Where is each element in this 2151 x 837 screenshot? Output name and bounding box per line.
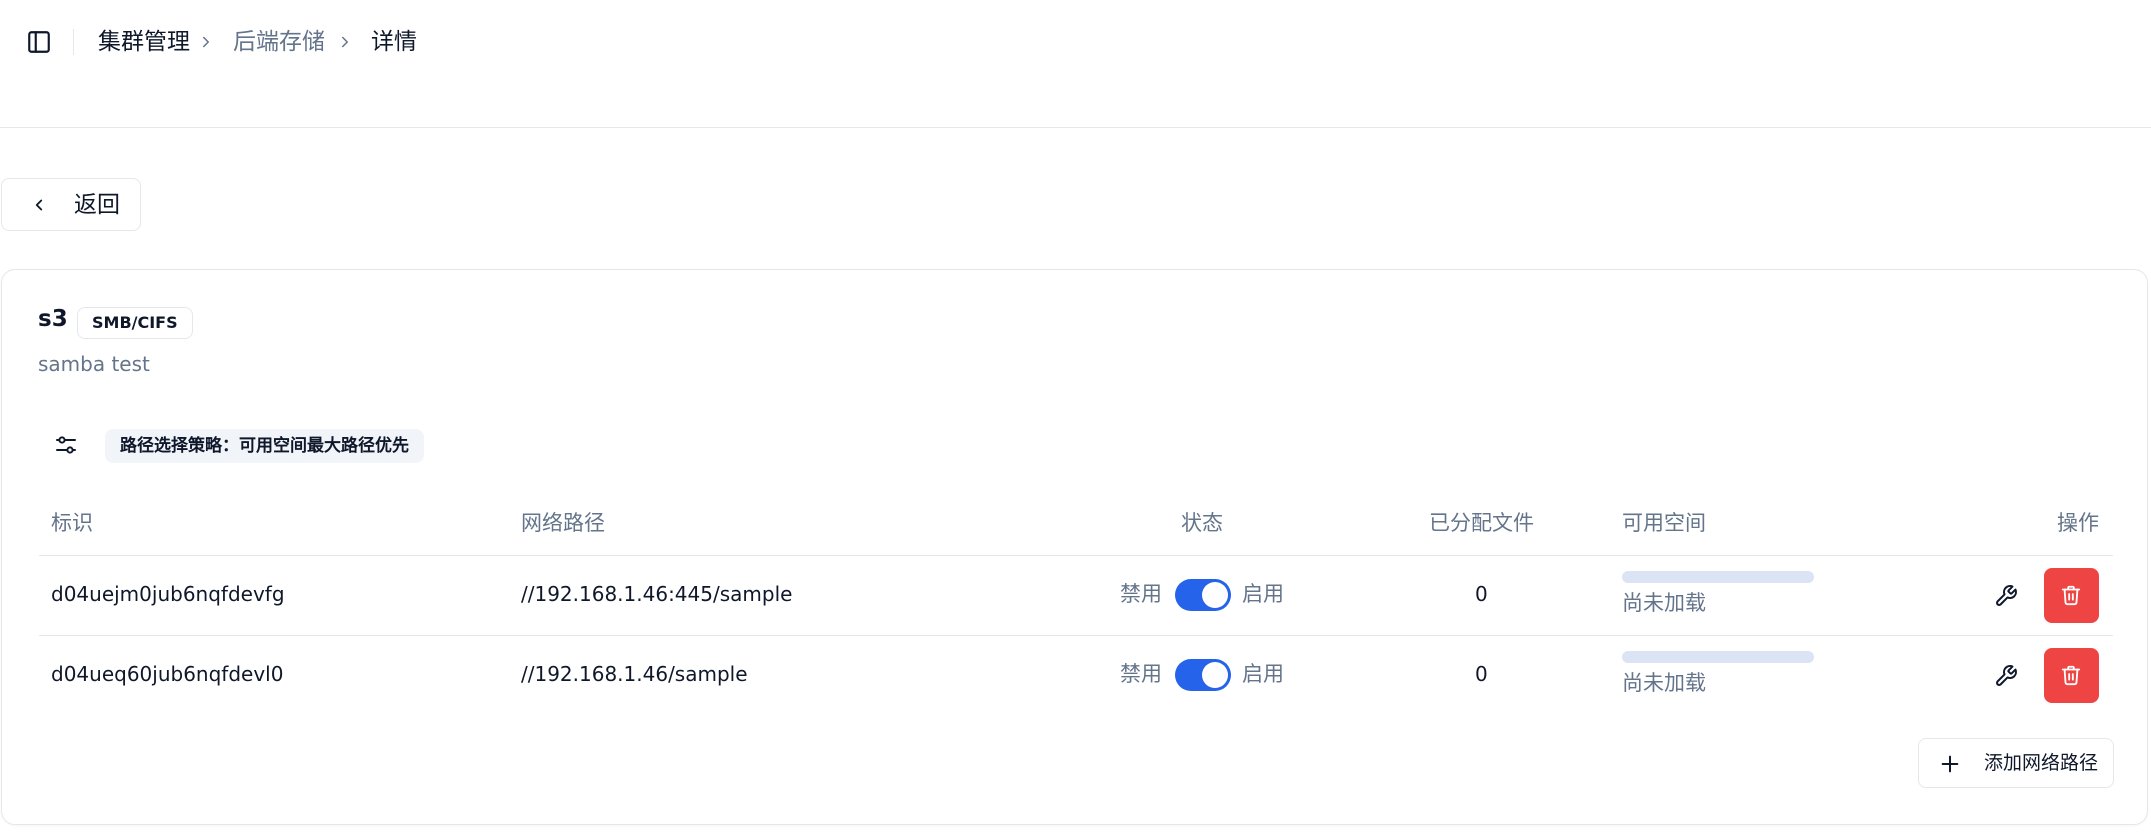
space-progress-bar — [1622, 651, 1814, 663]
network-path: //192.168.1.46:445/sample — [521, 582, 793, 606]
status-toggle[interactable] — [1175, 579, 1231, 611]
col-header-actions: 操作 — [2057, 511, 2099, 535]
edit-path-button[interactable] — [1986, 656, 2026, 696]
plus-icon — [1941, 755, 1959, 773]
sliders-icon[interactable] — [54, 433, 78, 457]
add-network-path-label: 添加网络路径 — [1984, 752, 2099, 774]
storage-card: s3 SMB/CIFS samba test 路径选择策略：可用空间最大路径优先… — [1, 269, 2148, 825]
status-toggle[interactable] — [1175, 659, 1231, 691]
allocated-files: 0 — [1475, 662, 1488, 686]
storage-name: s3 — [38, 306, 68, 332]
space-progress-bar — [1622, 571, 1814, 583]
col-header-allocated-files: 已分配文件 — [1429, 511, 1534, 535]
chevron-left-icon — [35, 199, 43, 211]
protocol-badge: SMB/CIFS — [77, 307, 193, 339]
status-enabled-label: 启用 — [1242, 582, 1284, 606]
row-divider — [39, 635, 2113, 636]
breadcrumb-backend-storage[interactable]: 后端存储 — [233, 27, 325, 57]
col-header-status: 状态 — [1181, 511, 1223, 535]
col-header-available-space: 可用空间 — [1622, 511, 1706, 535]
divider — [73, 29, 74, 55]
toggle-knob — [1202, 582, 1228, 608]
space-status: 尚未加载 — [1622, 671, 1706, 695]
toggle-knob — [1202, 662, 1228, 688]
col-header-network-path: 网络路径 — [521, 511, 605, 535]
back-button-label: 返回 — [74, 192, 120, 218]
path-id: d04ueq60jub6nqfdevl0 — [51, 662, 284, 686]
add-network-path-button[interactable]: 添加网络路径 — [1918, 738, 2114, 788]
allocated-files: 0 — [1475, 582, 1488, 606]
wrench-icon — [1996, 665, 2017, 686]
status-disabled-label: 禁用 — [1120, 582, 1162, 606]
chevron-right-icon — [203, 36, 209, 48]
sidebar-toggle-icon[interactable] — [26, 29, 52, 55]
breadcrumb-cluster-management[interactable]: 集群管理 — [98, 27, 190, 57]
top-bar: 集群管理 后端存储 详情 — [0, 0, 2151, 128]
path-strategy-badge: 路径选择策略：可用空间最大路径优先 — [105, 429, 424, 463]
network-path: //192.168.1.46/sample — [521, 662, 748, 686]
trash-icon — [2061, 665, 2081, 686]
space-status: 尚未加载 — [1622, 591, 1706, 615]
chevron-right-icon — [342, 36, 348, 48]
delete-path-button[interactable] — [2044, 648, 2099, 703]
wrench-icon — [1996, 585, 2017, 606]
status-enabled-label: 启用 — [1242, 662, 1284, 686]
edit-path-button[interactable] — [1986, 576, 2026, 616]
status-disabled-label: 禁用 — [1120, 662, 1162, 686]
trash-icon — [2061, 585, 2081, 606]
breadcrumb-detail: 详情 — [371, 29, 417, 55]
path-id: d04uejm0jub6nqfdevfg — [51, 582, 285, 606]
col-header-id: 标识 — [51, 511, 93, 535]
storage-description: samba test — [38, 352, 150, 376]
back-button[interactable]: 返回 — [1, 178, 141, 231]
delete-path-button[interactable] — [2044, 568, 2099, 623]
header-divider — [39, 555, 2113, 556]
